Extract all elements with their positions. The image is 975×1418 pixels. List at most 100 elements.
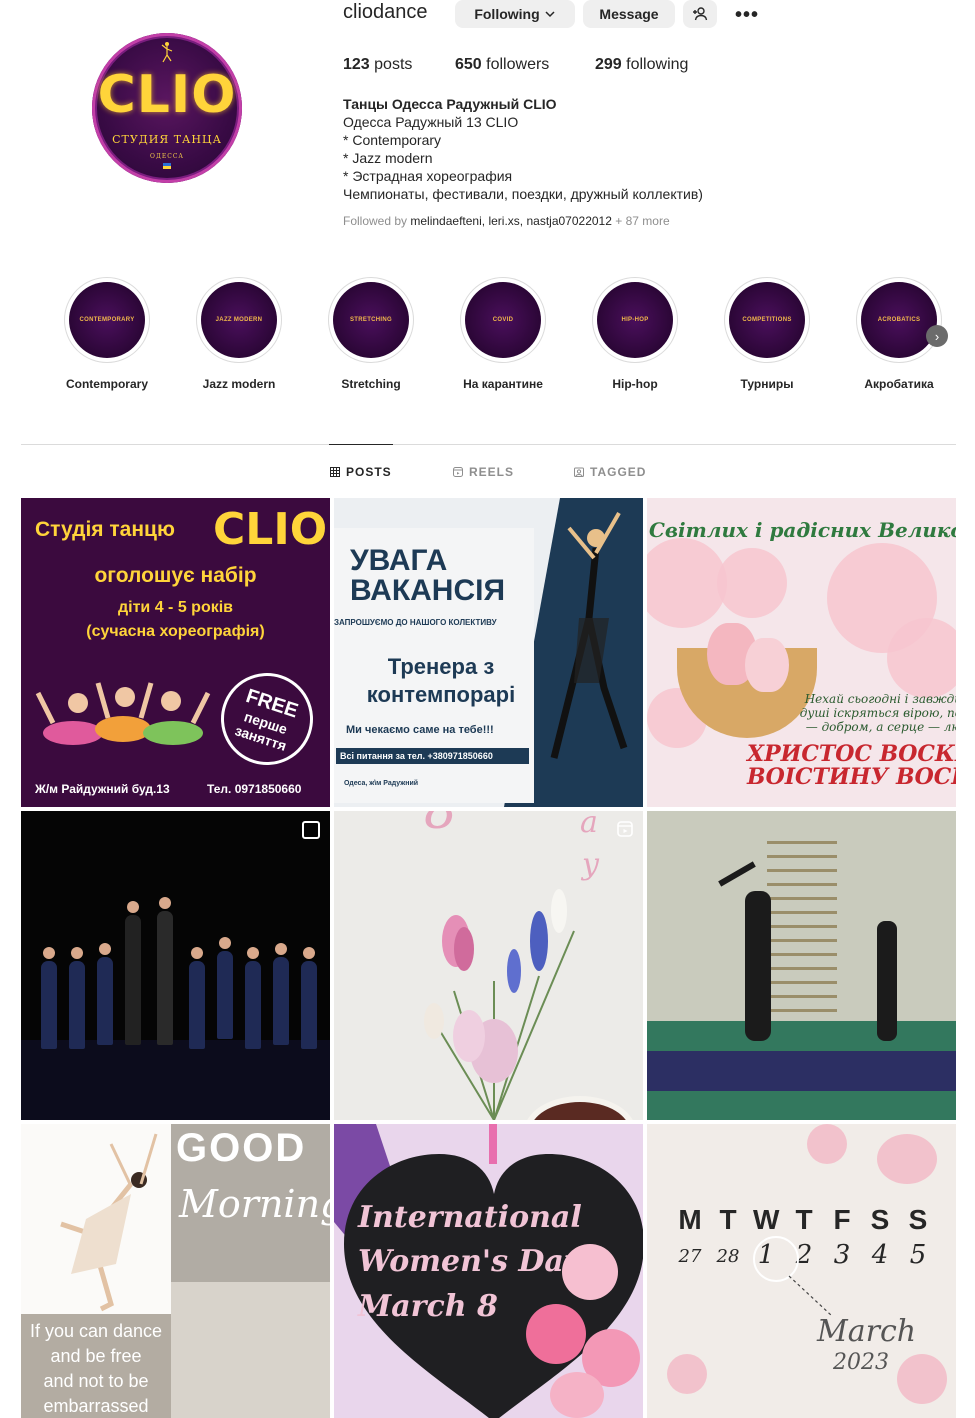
post-text: Morning — [179, 1182, 330, 1226]
bio-name: Танцы Одесса Радужный CLIO — [343, 96, 557, 112]
followed-by[interactable]: Followed by melindaefteni, leri.xs, nast… — [343, 214, 670, 228]
post-studio-enrollment[interactable]: Студія танцю CLIO оголошує набір діти 4 … — [21, 498, 330, 807]
post-text: душі іскряться вірою, по — [799, 706, 956, 720]
weekday: M — [678, 1204, 702, 1235]
following-label: following — [626, 56, 689, 73]
flower-bouquet — [424, 889, 575, 1120]
post-good-morning[interactable]: GOOD Morning If you can dance and be fre… — [21, 1124, 330, 1418]
highlight-covid[interactable]: COVID На карантине — [443, 277, 563, 391]
following-button[interactable]: Following — [455, 0, 575, 28]
weekday: T — [719, 1204, 737, 1235]
more-options-icon[interactable]: ••• — [735, 4, 759, 27]
post-text: Тренера з — [387, 654, 495, 679]
followers-count: 650 — [455, 56, 482, 73]
team-member — [97, 957, 113, 1045]
stat-following[interactable]: 299 following — [595, 56, 688, 74]
rose-decor — [550, 1372, 604, 1418]
message-button[interactable]: Message — [583, 0, 675, 28]
team-member-head — [43, 947, 55, 959]
followed-by-user: leri.xs — [488, 214, 520, 228]
team-member — [217, 951, 233, 1039]
coach — [157, 911, 173, 1045]
petal-decor — [897, 1354, 947, 1404]
bio-line: Одесса Радужный 13 CLIO — [343, 114, 519, 130]
post-text: ВОІСТИНУ ВОСКРЕ — [747, 764, 956, 790]
post-wish: Нехай сьогодні і завжди душі іскряться в… — [797, 692, 956, 734]
highlight-hip-hop[interactable]: HIP-HOP Hip-hop — [575, 277, 695, 391]
active-tab-indicator — [329, 444, 393, 445]
post-quote: If you can dance and be free and not to … — [21, 1314, 171, 1418]
suggest-users-button[interactable] — [683, 0, 717, 28]
highlight-contemporary[interactable]: CONTEMPORARY Contemporary — [47, 277, 167, 391]
dancer-figure — [745, 891, 771, 1041]
followed-by-user: nastja07022012 — [526, 214, 612, 228]
highlight-cover: STRETCHING — [333, 282, 409, 358]
chevron-right-icon[interactable]: › — [926, 325, 948, 347]
avatar-city: ОДЕССА — [150, 153, 184, 160]
highlight-cover: HIP-HOP — [597, 282, 673, 358]
date: 3 — [833, 1240, 851, 1270]
tab-reels[interactable]: REELS — [453, 465, 514, 479]
post-text: (сучасна хореографія) — [86, 623, 265, 640]
bio-line: Чемпионаты, фестивали, поездки, дружный … — [343, 186, 703, 202]
post-text: embarrassed — [43, 1396, 149, 1416]
post-text: ВАКАНСІЯ — [350, 574, 506, 607]
post-easter[interactable]: Світлих і радісних Великодніх Св Нехай с… — [647, 498, 956, 807]
post-text: International — [358, 1200, 582, 1235]
post-march-calendar[interactable]: M T W T F S S 27 28 1 2 3 4 5 March 2023 — [647, 1124, 956, 1418]
petal-decor — [667, 1354, 707, 1394]
rose-decor — [526, 1304, 586, 1364]
team-member — [41, 961, 57, 1049]
highlight-label: На карантине — [463, 377, 543, 391]
post-training-hall[interactable] — [647, 811, 956, 1120]
profile-avatar[interactable]: CLIO СТУДИЯ ТАНЦА ОДЕССА — [92, 33, 242, 183]
date: 5 — [909, 1240, 927, 1270]
petal-decor — [807, 1124, 847, 1164]
dancer-silhouette — [60, 1133, 158, 1312]
post-text: GOOD — [176, 1126, 307, 1170]
post-text: оголошує набір — [94, 564, 257, 587]
weekday: W — [753, 1204, 780, 1235]
highlight-cover: JAZZ MODERN — [201, 282, 277, 358]
dashed-pointer — [788, 1275, 833, 1317]
wall-bars — [767, 841, 837, 1041]
post-text: ЗАПРОШУЄМО ДО НАШОГО КОЛЕКТИВУ — [334, 618, 497, 627]
team-member-head — [71, 947, 83, 959]
highlight-cover: ACROBATICS — [861, 282, 937, 358]
date: 27 — [678, 1246, 702, 1267]
tab-posts[interactable]: POSTS — [330, 465, 392, 479]
coach-head — [127, 901, 139, 913]
highlight-competitions[interactable]: COMPETITIONS Турниры — [707, 277, 827, 391]
tab-tagged[interactable]: TAGGED — [574, 465, 646, 479]
highlight-jazz-modern[interactable]: JAZZ MODERN Jazz modern — [179, 277, 299, 391]
weekday: F — [833, 1204, 851, 1235]
bio-line: * Jazz modern — [343, 150, 433, 166]
highlight-label: Contemporary — [65, 377, 148, 391]
highlight-label: Jazz modern — [202, 377, 276, 391]
highlight-stretching[interactable]: STRETCHING Stretching — [311, 277, 431, 391]
profile-bio: Танцы Одесса Радужный CLIO Одесса Радужн… — [343, 95, 703, 203]
heart-ribbon — [489, 1124, 497, 1164]
team-member — [189, 961, 205, 1049]
post-text: and not to be — [43, 1371, 149, 1391]
post-vacancy[interactable]: УВАГА ВАКАНСІЯ ЗАПРОШУЄМО ДО НАШОГО КОЛЕ… — [334, 498, 643, 807]
avatar-subtitle: СТУДИЯ ТАНЦА — [112, 133, 222, 146]
post-flowers[interactable]: 8 a y — [334, 811, 643, 1120]
flag-icon — [163, 163, 171, 169]
reels-icon — [617, 821, 633, 837]
grid-icon — [330, 467, 340, 477]
followed-by-prefix: Followed by — [343, 214, 408, 228]
highlight-cover: CONTEMPORARY — [69, 282, 145, 358]
post-womens-day[interactable]: International Women's Day March 8 — [334, 1124, 643, 1418]
calendar-weekdays: M T W T F S S — [677, 1204, 931, 1236]
team-member-head — [191, 947, 203, 959]
post-text: контемпорарі — [366, 682, 516, 707]
post-competition-team[interactable] — [21, 811, 330, 1120]
stat-followers[interactable]: 650 followers — [455, 56, 549, 74]
post-text: 2023 — [833, 1350, 889, 1375]
post-text: Студія танцю — [35, 518, 175, 541]
post-text: УВАГА — [350, 544, 448, 577]
post-text: Ми чекаємо саме на тебе!!! — [346, 724, 494, 736]
photo-panel — [171, 1282, 330, 1418]
post-text: and be free — [50, 1346, 142, 1366]
